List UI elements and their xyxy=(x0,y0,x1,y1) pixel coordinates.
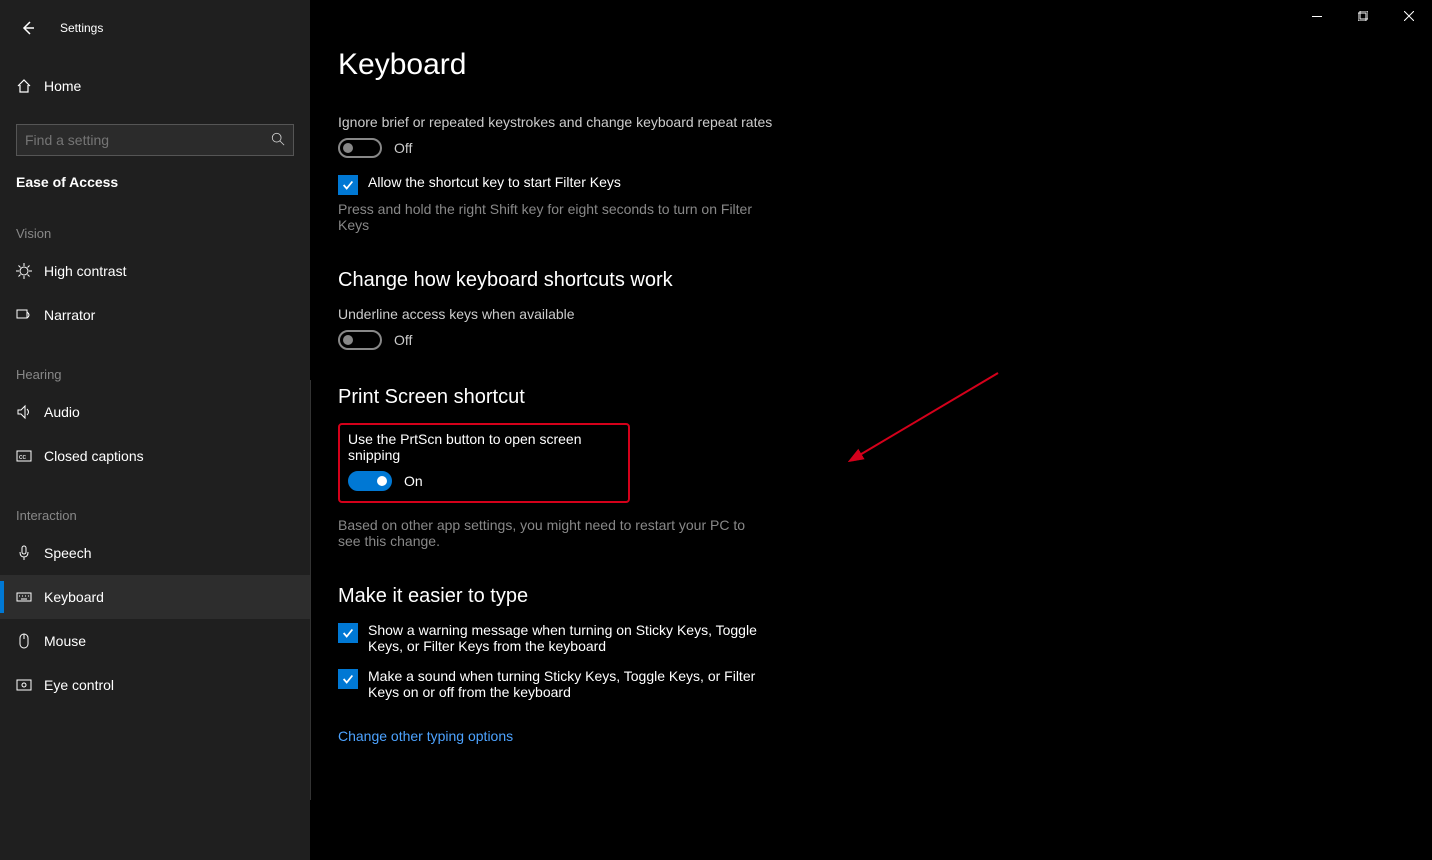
filter-keys-toggle[interactable] xyxy=(338,138,382,158)
make-sound-label: Make a sound when turning Sticky Keys, T… xyxy=(368,668,778,700)
section-vision: Vision xyxy=(0,196,310,249)
prtscn-hint: Based on other app settings, you might n… xyxy=(338,517,768,549)
sidebar-item-label: Speech xyxy=(44,545,91,561)
sidebar-item-label: Mouse xyxy=(44,633,86,649)
filter-keys-shortcut-checkbox[interactable] xyxy=(338,175,358,195)
search-icon xyxy=(271,132,285,149)
maximize-button[interactable] xyxy=(1340,0,1386,32)
audio-icon xyxy=(16,404,44,420)
svg-text:cc: cc xyxy=(19,454,27,461)
section-interaction: Interaction xyxy=(0,478,310,531)
underline-state: Off xyxy=(394,332,412,348)
eye-control-icon xyxy=(16,677,44,693)
window-title: Settings xyxy=(48,21,103,35)
warning-message-label: Show a warning message when turning on S… xyxy=(368,622,778,654)
prtscn-state: On xyxy=(404,473,423,489)
search-box[interactable] xyxy=(16,124,294,156)
minimize-button[interactable] xyxy=(1294,0,1340,32)
narrator-icon xyxy=(16,307,44,323)
sidebar-item-label: Keyboard xyxy=(44,589,104,605)
sidebar-item-mouse[interactable]: Mouse xyxy=(0,619,310,663)
sidebar-item-narrator[interactable]: Narrator xyxy=(0,293,310,337)
type-heading: Make it easier to type xyxy=(338,585,1238,608)
sidebar-item-label: High contrast xyxy=(44,263,126,279)
high-contrast-icon xyxy=(16,263,44,279)
main-content: Keyboard Ignore brief or repeated keystr… xyxy=(338,48,1238,744)
sidebar-item-eye-control[interactable]: Eye control xyxy=(0,663,310,707)
sidebar-item-label: Narrator xyxy=(44,307,95,323)
home-label: Home xyxy=(44,78,81,94)
prtscn-toggle[interactable] xyxy=(348,471,392,491)
search-input[interactable] xyxy=(25,132,245,148)
home-button[interactable]: Home xyxy=(0,64,310,108)
filter-keys-hint: Press and hold the right Shift key for e… xyxy=(338,201,768,233)
change-other-typing-link[interactable]: Change other typing options xyxy=(338,728,513,744)
sidebar: Settings Home Ease of Access Vision High… xyxy=(0,0,310,860)
prtscn-description: Use the PrtScn button to open screen sni… xyxy=(348,431,618,463)
page-title: Keyboard xyxy=(338,48,1238,82)
category-label: Ease of Access xyxy=(0,156,310,196)
home-icon xyxy=(16,78,44,94)
sidebar-item-label: Audio xyxy=(44,404,80,420)
keyboard-icon xyxy=(16,589,44,605)
close-button[interactable] xyxy=(1386,0,1432,32)
filter-keys-description: Ignore brief or repeated keystrokes and … xyxy=(338,114,1238,130)
sidebar-item-high-contrast[interactable]: High contrast xyxy=(0,249,310,293)
sidebar-item-audio[interactable]: Audio xyxy=(0,390,310,434)
annotation-arrow xyxy=(848,368,1008,468)
sidebar-item-keyboard[interactable]: Keyboard xyxy=(0,575,310,619)
sidebar-item-label: Closed captions xyxy=(44,448,144,464)
warning-message-checkbox[interactable] xyxy=(338,623,358,643)
section-hearing: Hearing xyxy=(0,337,310,390)
speech-icon xyxy=(16,545,44,561)
underline-toggle[interactable] xyxy=(338,330,382,350)
sidebar-item-speech[interactable]: Speech xyxy=(0,531,310,575)
sidebar-item-label: Eye control xyxy=(44,677,114,693)
underline-description: Underline access keys when available xyxy=(338,306,1238,322)
filter-keys-state: Off xyxy=(394,140,412,156)
make-sound-checkbox[interactable] xyxy=(338,669,358,689)
shortcuts-heading: Change how keyboard shortcuts work xyxy=(338,269,1238,292)
filter-keys-shortcut-label: Allow the shortcut key to start Filter K… xyxy=(368,174,621,190)
sidebar-item-closed-captions[interactable]: cc Closed captions xyxy=(0,434,310,478)
prtscn-heading: Print Screen shortcut xyxy=(338,386,1238,409)
annotation-highlight: Use the PrtScn button to open screen sni… xyxy=(338,423,630,503)
window-controls xyxy=(1294,0,1432,32)
closed-captions-icon: cc xyxy=(16,448,44,464)
back-button[interactable] xyxy=(8,8,48,48)
mouse-icon xyxy=(16,633,44,649)
vertical-divider xyxy=(310,380,311,800)
